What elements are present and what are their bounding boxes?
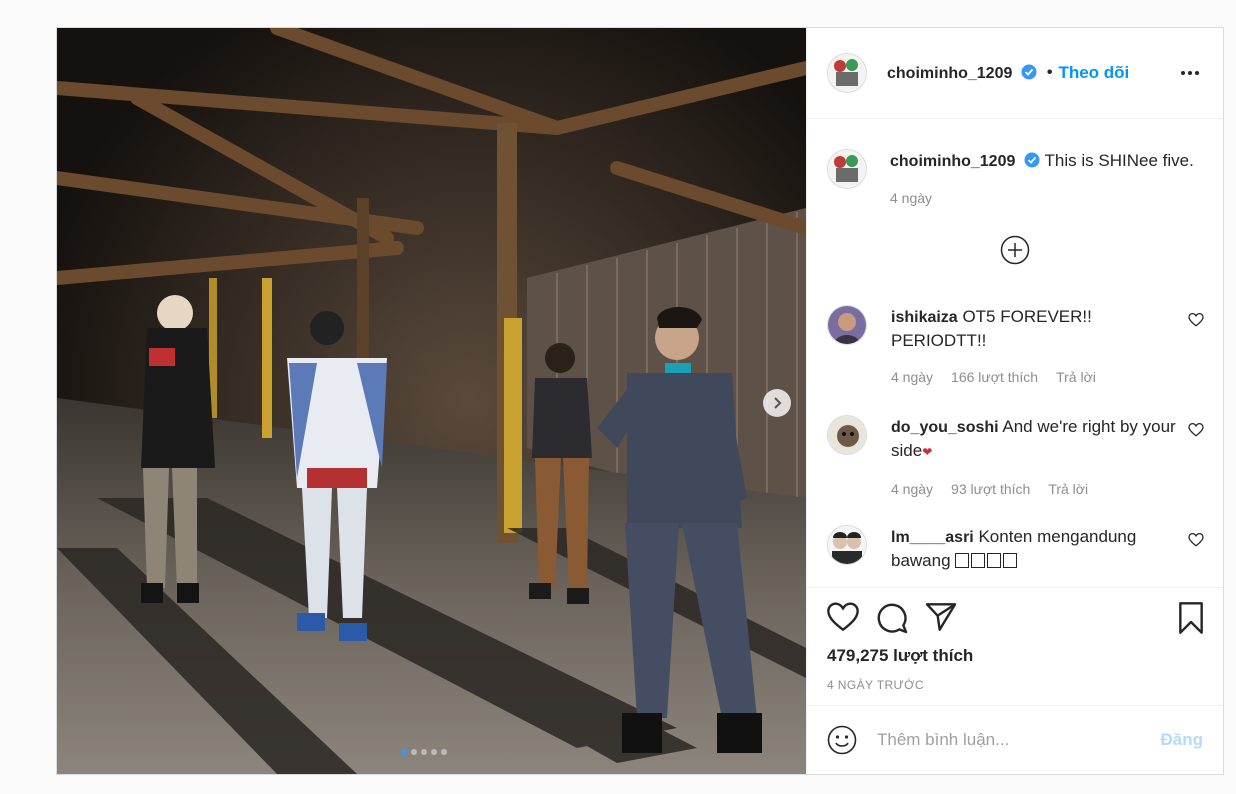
comment-time[interactable]: 4 ngày <box>891 478 933 501</box>
author-username[interactable]: choiminho_1209 <box>887 64 1037 83</box>
author-username-text: choiminho_1209 <box>887 64 1013 82</box>
avatar-image <box>828 416 866 454</box>
likes-count[interactable]: 479,275 lượt thích <box>827 646 973 666</box>
reply-button[interactable]: Trả lời <box>1056 366 1096 389</box>
avatar-image <box>828 306 866 344</box>
carousel-dot <box>411 749 417 755</box>
heart-icon <box>1188 423 1204 437</box>
like-comment-button[interactable] <box>1187 533 1205 572</box>
warehouse-photo-image <box>57 28 806 774</box>
heart-icon[interactable] <box>827 602 859 632</box>
chevron-right-icon <box>774 397 782 409</box>
add-comment-bar: Đăng <box>807 705 1223 774</box>
share-icon[interactable] <box>925 602 957 632</box>
post-side-panel: choiminho_1209 • Theo dõi choiminho_1209… <box>806 28 1223 774</box>
onion-emoji-placeholder <box>955 551 1019 570</box>
comment-item: do_you_soshi And we're right by your sid… <box>827 415 1205 501</box>
post-comment-button[interactable]: Đăng <box>1161 730 1204 750</box>
carousel-dot <box>421 749 427 755</box>
heart-icon <box>1188 533 1204 547</box>
heart-icon <box>1188 313 1204 327</box>
emoji-icon[interactable] <box>827 725 857 755</box>
comment-likes[interactable]: 166 lượt thích <box>951 366 1038 389</box>
like-comment-button[interactable] <box>1187 313 1205 389</box>
carousel-indicator <box>401 749 447 755</box>
comment-username[interactable]: ishikaiza <box>891 309 958 326</box>
heart-emoji: ❤ <box>922 445 933 459</box>
next-photo-button[interactable] <box>763 389 791 417</box>
avatar-image <box>828 526 866 564</box>
comment-item: lm____asri Konten mengandung bawang <box>827 525 1205 572</box>
more-options-icon[interactable] <box>1175 65 1205 81</box>
comment-input[interactable] <box>875 729 1161 751</box>
commenter-avatar[interactable] <box>827 305 867 345</box>
reply-button[interactable]: Trả lời <box>1048 478 1088 501</box>
avatar-image <box>828 150 866 188</box>
comment-likes[interactable]: 93 lượt thích <box>951 478 1030 501</box>
like-comment-button[interactable] <box>1187 423 1205 501</box>
author-avatar[interactable] <box>827 149 867 189</box>
comment-username[interactable]: do_you_soshi <box>891 419 999 436</box>
post-timestamp[interactable]: 4 NGÀY TRƯỚC <box>827 678 924 692</box>
instagram-post: choiminho_1209 • Theo dõi choiminho_1209… <box>56 27 1224 775</box>
comments-list[interactable]: choiminho_1209 This is SHINee five. 4 ng… <box>807 119 1223 587</box>
carousel-dot <box>431 749 437 755</box>
commenter-avatar[interactable] <box>827 415 867 455</box>
caption-username[interactable]: choiminho_1209 <box>890 153 1015 170</box>
avatar-image <box>828 54 866 92</box>
follow-button[interactable]: Theo dõi <box>1058 63 1129 83</box>
bookmark-icon[interactable] <box>1177 602 1205 634</box>
carousel-dot <box>401 749 407 755</box>
caption-text: This is SHINee five. <box>1044 151 1194 170</box>
verified-badge-icon <box>1024 152 1040 168</box>
post-actions: 479,275 lượt thích 4 NGÀY TRƯỚC <box>807 587 1223 705</box>
comment-icon[interactable] <box>876 602 908 634</box>
load-more-comments-icon[interactable] <box>1000 235 1030 265</box>
comment-username[interactable]: lm____asri <box>891 529 974 546</box>
comment-time[interactable]: 4 ngày <box>891 366 933 389</box>
post-header: choiminho_1209 • Theo dõi <box>807 28 1223 119</box>
caption-time[interactable]: 4 ngày <box>890 187 932 210</box>
post-caption: choiminho_1209 This is SHINee five. 4 ng… <box>827 149 1205 210</box>
author-avatar[interactable] <box>827 53 867 93</box>
commenter-avatar[interactable] <box>827 525 867 565</box>
post-photo[interactable] <box>57 28 806 774</box>
verified-badge-icon <box>1021 64 1037 79</box>
follow-separator: • <box>1046 64 1053 81</box>
action-bar <box>827 602 1205 636</box>
comment-item: ishikaiza OT5 FOREVER!! PERIODTT!! 4 ngà… <box>827 305 1205 389</box>
carousel-dot <box>441 749 447 755</box>
